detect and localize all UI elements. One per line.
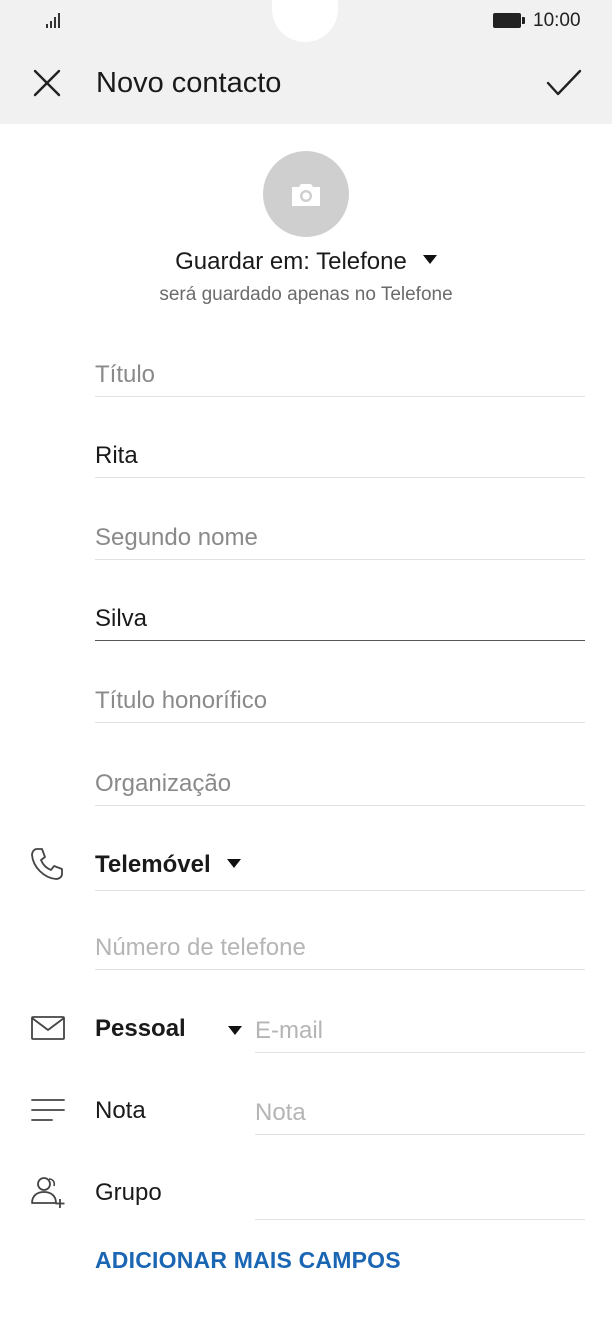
status-time: 10:00 [533,10,581,31]
suffix-field[interactable] [95,683,585,723]
contact-photo-button[interactable] [263,151,349,237]
email-type-label: Pessoal [95,1015,186,1042]
email-type-dropdown[interactable]: Pessoal [95,1015,245,1043]
save-button[interactable] [544,64,584,102]
suffix-input[interactable] [95,683,585,719]
notes-icon [28,1093,68,1127]
last-name-input[interactable] [95,601,585,637]
phone-number-field[interactable] [95,930,585,970]
organization-field[interactable] [95,766,585,806]
first-name-field[interactable] [95,438,585,478]
phone-type-dropdown[interactable]: Telemóvel [95,851,242,879]
note-label: Nota [95,1097,146,1124]
first-name-input[interactable] [95,438,585,474]
dropdown-caret-icon [228,1026,242,1035]
phone-icon [28,845,66,883]
title-field[interactable] [95,357,585,397]
storage-note: será guardado apenas no Telefone [159,284,453,305]
add-more-fields-button[interactable]: ADICIONAR MAIS CAMPOS [95,1247,401,1274]
battery-icon [493,13,525,28]
storage-selector[interactable]: Guardar em: Telefone [0,248,612,276]
phone-number-input[interactable] [95,930,585,966]
app-header: 10:00 Novo contacto [0,0,612,124]
close-button[interactable] [28,64,66,102]
close-icon [33,69,61,97]
middle-name-field[interactable] [95,520,585,560]
checkmark-icon [546,69,582,96]
mail-icon [28,1011,68,1045]
camera-icon [292,184,320,206]
page-title: Novo contacto [96,67,282,99]
signal-icon [46,12,66,28]
storage-label: Guardar em: Telefone [175,248,407,275]
add-group-icon [28,1174,68,1210]
dropdown-caret-icon [422,255,437,265]
title-input[interactable] [95,357,585,393]
email-input[interactable] [255,1013,585,1049]
group-selector[interactable] [255,1178,585,1220]
last-name-field[interactable] [95,601,585,641]
email-field[interactable] [255,1013,585,1053]
camera-notch [272,0,338,42]
middle-name-input[interactable] [95,520,585,556]
organization-input[interactable] [95,766,585,802]
group-label: Grupo [95,1179,162,1206]
phone-type-label: Telemóvel [95,851,211,878]
note-field[interactable] [255,1095,585,1135]
note-input[interactable] [255,1095,585,1131]
dropdown-caret-icon [227,859,242,869]
